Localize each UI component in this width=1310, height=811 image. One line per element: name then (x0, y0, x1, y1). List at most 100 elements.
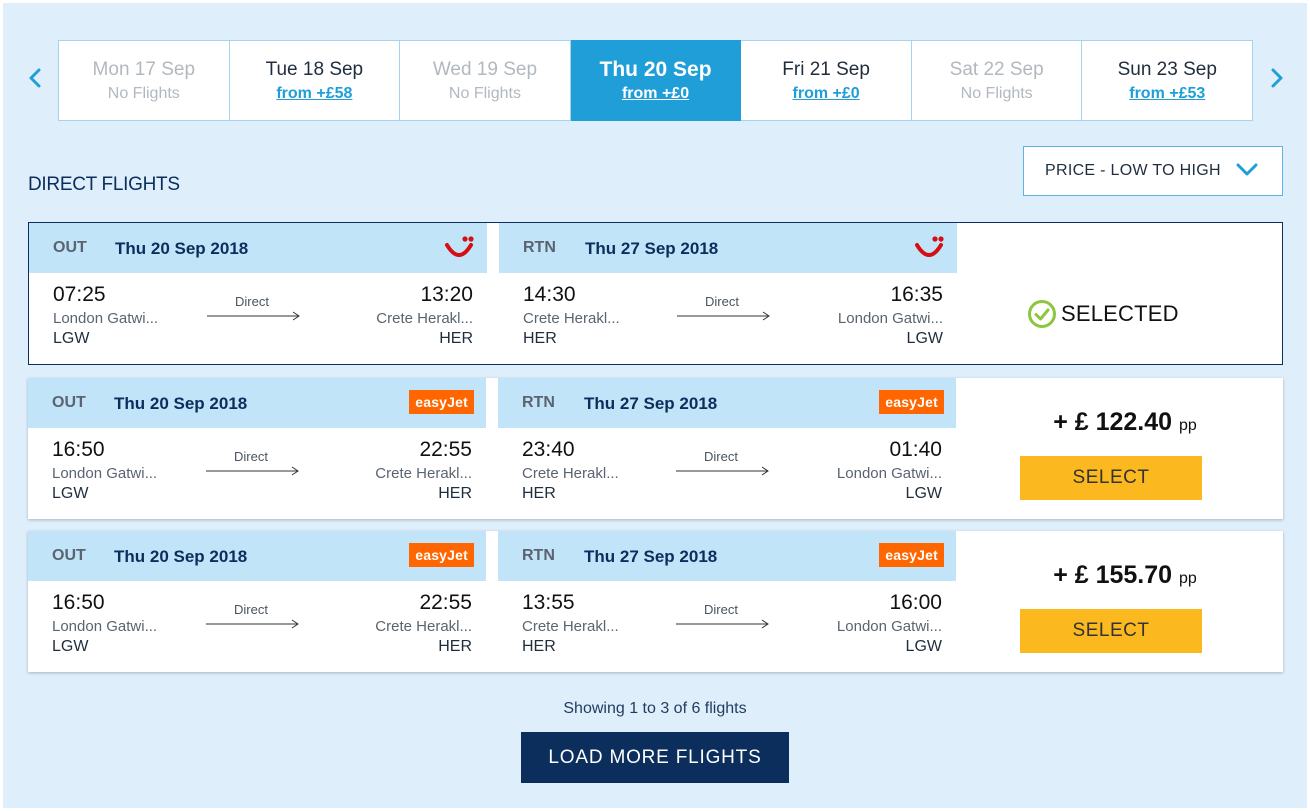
return-leg: RTN Thu 27 Sep 2018 14:30 Crete Herakl..… (499, 223, 957, 364)
date-tab-tue-18[interactable]: Tue 18 Sep from +£58 (229, 40, 401, 121)
arrival-code: HER (439, 330, 473, 347)
flight-card: OUT Thu 20 Sep 2018 easyJet 16:50 London… (28, 531, 1283, 672)
leg-date: Thu 27 Sep 2018 (584, 394, 718, 413)
date-selector: Mon 17 Sep No Flights Tue 18 Sep from +£… (58, 40, 1254, 121)
arrival-city: London Gatwi... (837, 310, 943, 327)
arrival-city: London Gatwi... (836, 618, 942, 635)
date-price-link[interactable]: from +£53 (1082, 83, 1252, 105)
flight-card: OUT Thu 20 Sep 2018 easyJet 16:50 London… (28, 378, 1283, 519)
arrow-right-icon (676, 466, 769, 476)
leg-date: Thu 27 Sep 2018 (585, 239, 719, 258)
date-tab-sat-22: Sat 22 Sep No Flights (911, 40, 1083, 121)
arrival-time: 13:20 (420, 283, 473, 306)
leg-date: Thu 27 Sep 2018 (584, 547, 718, 566)
price: + £ 122.40 pp (968, 408, 1282, 437)
next-dates-chevron-right-icon[interactable] (1267, 63, 1287, 93)
leg-date: Thu 20 Sep 2018 (115, 239, 249, 258)
leg-kind: RTN (523, 239, 556, 256)
leg-kind: RTN (522, 547, 555, 564)
date-tab-mon-17: Mon 17 Sep No Flights (58, 40, 230, 121)
price: + £ 155.70 pp (968, 561, 1282, 590)
stops-label: Direct (704, 449, 738, 464)
arrival-time: 16:35 (890, 283, 943, 306)
departure-code: HER (523, 330, 557, 347)
stops-label: Direct (234, 449, 268, 464)
arrow-right-icon (206, 466, 299, 476)
leg-kind: OUT (52, 394, 86, 411)
arrival-code: LGW (905, 638, 942, 655)
departure-time: 16:50 (52, 591, 105, 614)
departure-city: Crete Herakl... (523, 310, 620, 327)
arrival-city: Crete Herakl... (375, 618, 472, 635)
load-more-button[interactable]: LOAD MORE FLIGHTS (521, 732, 789, 783)
date-day: Fri 21 Sep (782, 59, 870, 80)
date-sub: No Flights (107, 85, 180, 102)
price-column: SELECTED (969, 223, 1283, 364)
price-amount: + £ 155.70 (1053, 561, 1173, 589)
leg-kind: OUT (52, 547, 86, 564)
date-price-link[interactable]: from +£58 (230, 83, 400, 105)
section-heading: DIRECT FLIGHTS (28, 174, 180, 195)
leg-header: OUT Thu 20 Sep 2018 easyJet (28, 531, 486, 581)
departure-time: 16:50 (52, 438, 105, 461)
stops-label: Direct (235, 294, 269, 309)
easyjet-logo: easyJet (879, 390, 944, 414)
date-tab-wed-19: Wed 19 Sep No Flights (400, 40, 571, 121)
arrival-city: Crete Herakl... (376, 310, 473, 327)
price-column: + £ 122.40 pp SELECT (968, 378, 1282, 519)
departure-time: 13:55 (522, 591, 575, 614)
date-tab-sun-23[interactable]: Sun 23 Sep from +£53 (1082, 40, 1254, 121)
departure-code: HER (522, 485, 556, 502)
select-button[interactable]: SELECT (1020, 456, 1202, 500)
return-leg: RTN Thu 27 Sep 2018 easyJet 23:40 Crete … (498, 378, 956, 519)
arrow-right-icon (676, 619, 769, 629)
departure-city: London Gatwi... (52, 465, 158, 482)
prev-dates-chevron-left-icon[interactable] (25, 63, 45, 93)
arrival-code: LGW (906, 330, 943, 347)
easyjet-logo: easyJet (409, 543, 474, 567)
arrival-time: 01:40 (889, 438, 942, 461)
departure-city: London Gatwi... (53, 310, 159, 327)
chevron-down-icon (1236, 163, 1258, 176)
date-sub: No Flights (448, 85, 521, 102)
date-price-link[interactable]: from +£0 (571, 83, 741, 105)
departure-city: London Gatwi... (52, 618, 158, 635)
arrival-code: HER (438, 638, 472, 655)
price-amount: + £ 122.40 (1053, 408, 1173, 436)
sort-label: PRICE - LOW TO HIGH (1045, 162, 1221, 179)
stops-label: Direct (234, 602, 268, 617)
arrival-city: Crete Herakl... (375, 465, 472, 482)
departure-time: 14:30 (523, 283, 576, 306)
leg-kind: OUT (53, 239, 87, 256)
tui-logo-icon (443, 235, 475, 266)
date-day: Thu 20 Sep (599, 58, 712, 81)
flight-card-selected: OUT Thu 20 Sep 2018 07:25 London Gatwi..… (28, 222, 1283, 365)
departure-code: LGW (52, 638, 89, 655)
arrow-right-icon (207, 311, 300, 321)
date-sub: No Flights (960, 85, 1033, 102)
results-page: Mon 17 Sep No Flights Tue 18 Sep from +£… (3, 3, 1307, 808)
departure-city: Crete Herakl... (522, 618, 619, 635)
arrow-right-icon (206, 619, 299, 629)
leg-date: Thu 20 Sep 2018 (114, 547, 248, 566)
easyjet-logo: easyJet (409, 390, 474, 414)
departure-code: HER (522, 638, 556, 655)
price-column: + £ 155.70 pp SELECT (968, 531, 1282, 672)
leg-header: OUT Thu 20 Sep 2018 easyJet (28, 378, 486, 428)
leg-date: Thu 20 Sep 2018 (114, 394, 248, 413)
easyjet-logo: easyJet (879, 543, 944, 567)
arrival-code: HER (438, 485, 472, 502)
date-day: Mon 17 Sep (92, 59, 196, 80)
arrival-time: 22:55 (419, 438, 472, 461)
select-button[interactable]: SELECT (1020, 609, 1202, 653)
departure-code: LGW (53, 330, 90, 347)
leg-kind: RTN (522, 394, 555, 411)
date-tab-fri-21[interactable]: Fri 21 Sep from +£0 (741, 40, 912, 121)
leg-header: RTN Thu 27 Sep 2018 easyJet (498, 531, 956, 581)
arrival-code: LGW (905, 485, 942, 502)
sort-dropdown[interactable]: PRICE - LOW TO HIGH (1023, 146, 1283, 196)
tui-logo-icon (913, 235, 945, 266)
return-leg: RTN Thu 27 Sep 2018 easyJet 13:55 Crete … (498, 531, 956, 672)
date-tab-thu-20[interactable]: Thu 20 Sep from +£0 (570, 40, 742, 121)
date-price-link[interactable]: from +£0 (741, 83, 911, 105)
